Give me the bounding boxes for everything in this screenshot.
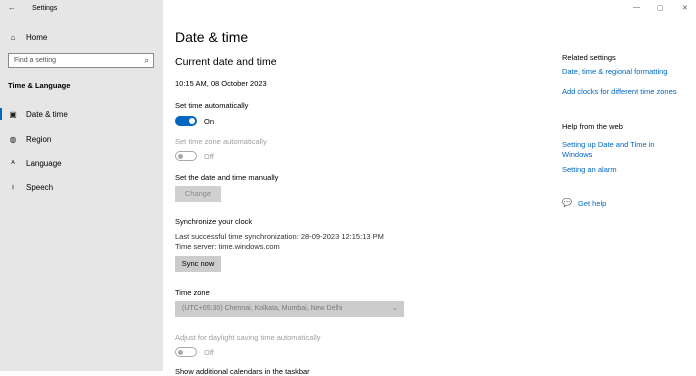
calendars-label: Show additional calendars in the taskbar bbox=[175, 367, 310, 376]
setting-up-date-time-link-cont[interactable]: Windows bbox=[562, 150, 592, 159]
sidebar-item-label: Language bbox=[26, 158, 62, 168]
maximize-button[interactable]: ▢ bbox=[657, 4, 664, 12]
dst-toggle[interactable] bbox=[175, 347, 197, 357]
sidebar-item-label: Speech bbox=[26, 182, 54, 192]
set-timezone-auto-state: Off bbox=[204, 152, 214, 161]
dst-state: Off bbox=[204, 348, 214, 357]
page-title: Date & time bbox=[175, 29, 249, 45]
home-icon: ⌂ bbox=[10, 32, 16, 42]
chevron-down-icon: ⌄ bbox=[392, 305, 398, 312]
language-icon: ᴬ bbox=[11, 158, 15, 168]
sidebar-item-label: Region bbox=[26, 134, 52, 144]
back-arrow-icon[interactable]: ← bbox=[8, 3, 16, 12]
set-time-auto-toggle[interactable] bbox=[175, 116, 197, 126]
dst-label: Adjust for daylight saving time automati… bbox=[175, 333, 321, 342]
regional-formatting-link[interactable]: Date, time & regional formatting bbox=[562, 67, 667, 76]
chat-bubble-icon: 💬 bbox=[562, 198, 572, 207]
set-time-auto-state: On bbox=[204, 117, 215, 126]
related-settings-title: Related settings bbox=[562, 53, 616, 62]
add-clocks-link[interactable]: Add clocks for different time zones bbox=[562, 87, 677, 96]
set-time-auto-label: Set time automatically bbox=[175, 101, 249, 110]
current-datetime: 10:15 AM, 08 October 2023 bbox=[175, 79, 267, 88]
timezone-value: (UTC+05:30) Chennai, Kolkata, Mumbai, Ne… bbox=[182, 305, 343, 312]
sidebar-item-region[interactable]: ◍ Region bbox=[0, 128, 163, 150]
globe-icon: ◍ bbox=[9, 134, 17, 144]
get-help-link[interactable]: Get help bbox=[578, 199, 606, 208]
sidebar-item-label: Date & time bbox=[26, 109, 68, 119]
time-server-text: Time server: time.windows.com bbox=[175, 242, 280, 251]
change-button[interactable]: Change bbox=[175, 186, 221, 202]
search-placeholder: Find a setting bbox=[14, 57, 57, 64]
sidebar: ← Settings ⌂ Home Find a setting ⌕ Time … bbox=[0, 0, 163, 371]
close-button[interactable]: ✕ bbox=[682, 4, 688, 12]
category-heading: Time & Language bbox=[8, 81, 71, 90]
set-timezone-auto-toggle[interactable] bbox=[175, 151, 197, 161]
set-timezone-auto-label: Set time zone automatically bbox=[175, 137, 267, 146]
setting-alarm-link[interactable]: Setting an alarm bbox=[562, 165, 617, 174]
window-title: Settings bbox=[32, 5, 58, 12]
sidebar-item-label: Home bbox=[26, 32, 48, 42]
last-sync-text: Last successful time synchronization: 28… bbox=[175, 232, 384, 241]
sidebar-item-home[interactable]: ⌂ Home bbox=[0, 26, 163, 48]
sync-title: Synchronize your clock bbox=[175, 217, 253, 226]
sidebar-item-language[interactable]: ᴬ Language bbox=[0, 152, 163, 174]
toggle-knob bbox=[178, 349, 183, 355]
sidebar-item-speech[interactable]: ♮ Speech bbox=[0, 176, 163, 198]
toggle-knob bbox=[189, 118, 195, 124]
microphone-icon: ♮ bbox=[11, 182, 15, 192]
search-icon: ⌕ bbox=[144, 56, 149, 65]
calendar-clock-icon: ▣ bbox=[9, 109, 17, 119]
sidebar-item-date-time[interactable]: ▣ Date & time bbox=[0, 103, 163, 125]
search-input[interactable]: Find a setting ⌕ bbox=[8, 53, 154, 68]
help-title: Help from the web bbox=[562, 122, 623, 131]
toggle-knob bbox=[178, 153, 183, 159]
timezone-select[interactable]: (UTC+05:30) Chennai, Kolkata, Mumbai, Ne… bbox=[175, 301, 404, 317]
section-title: Current date and time bbox=[175, 56, 277, 68]
manual-time-label: Set the date and time manually bbox=[175, 173, 279, 182]
minimize-button[interactable]: — bbox=[633, 4, 640, 11]
setting-up-date-time-link[interactable]: Setting up Date and Time in bbox=[562, 140, 655, 149]
timezone-label: Time zone bbox=[175, 288, 210, 297]
sync-now-button[interactable]: Sync now bbox=[175, 256, 221, 272]
